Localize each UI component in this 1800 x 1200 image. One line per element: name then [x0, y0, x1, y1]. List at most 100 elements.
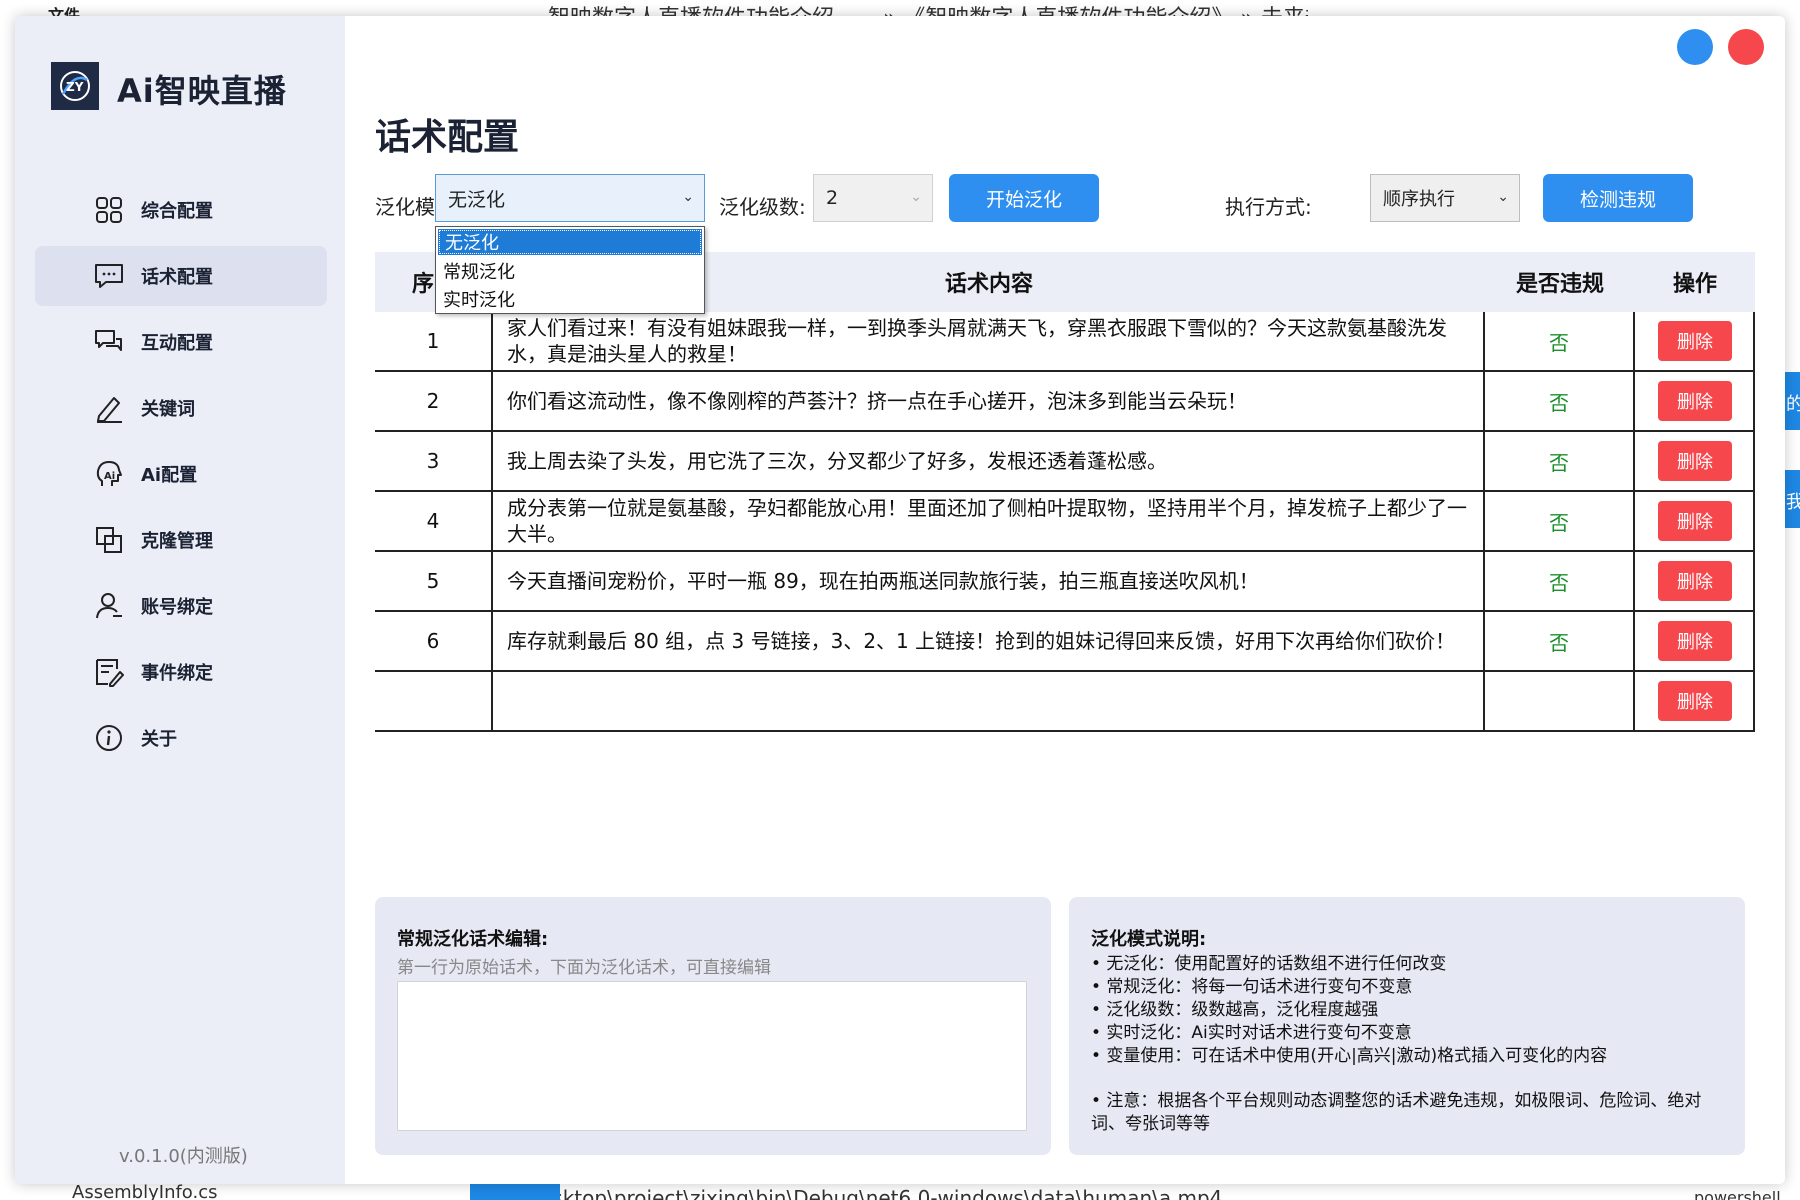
user-icon [93, 590, 125, 622]
start-generalize-button[interactable]: 开始泛化 [949, 174, 1099, 222]
dropdown-option-none[interactable]: 无泛化 [438, 229, 702, 255]
editor-panel-hint: 第一行为原始话术，下面为泛化话术，可直接编辑 [397, 958, 771, 978]
close-button[interactable] [1728, 29, 1764, 65]
row-action: 删除 [1635, 612, 1755, 670]
script-table: 序号 话术内容 是否违规 操作 1 家人们看过来！有没有姐妹跟我一样，一到换季头… [375, 252, 1755, 732]
row-violation: 否 [1485, 492, 1635, 550]
delete-button[interactable]: 删除 [1658, 681, 1732, 721]
bg-file-text: AssemblyInfo.cs [72, 1182, 218, 1200]
dropdown-option-regular[interactable]: 常规泛化 [436, 257, 704, 285]
sidebar-item-ai-config[interactable]: Ai Ai配置 [35, 444, 327, 504]
sidebar-item-label: 话术配置 [141, 267, 213, 288]
row-violation [1485, 672, 1635, 730]
row-action: 删除 [1635, 372, 1755, 430]
sidebar-item-label: 互动配置 [141, 333, 213, 354]
bg-menu-text: 文件 [48, 6, 81, 16]
info-icon [93, 722, 125, 754]
table-row: 2 你们看这流动性，像不像刚榨的芦荟汁？挤一点在手心搓开，泡沫多到能当云朵玩！ … [375, 372, 1755, 432]
table-row: 5 今天直播间宠粉价，平时一瓶 89，现在拍两瓶送同款旅行装，拍三瓶直接送吹风机… [375, 552, 1755, 612]
sidebar-item-general-config[interactable]: 综合配置 [35, 180, 327, 240]
row-action: 删除 [1635, 432, 1755, 490]
delete-button[interactable]: 删除 [1658, 321, 1732, 361]
app-logo: ZY [51, 62, 99, 110]
chevron-down-icon: ⌄ [1497, 189, 1509, 205]
delete-button[interactable]: 删除 [1658, 561, 1732, 601]
sidebar-item-interaction-config[interactable]: 互动配置 [35, 312, 327, 372]
sidebar-item-keywords[interactable]: 关键词 [35, 378, 327, 438]
sidebar-nav: 综合配置 话术配置 互动配置 关键词 Ai Ai配置 克隆管理 账号绑定 事件绑… [35, 180, 327, 774]
sidebar-item-label: 克隆管理 [141, 531, 213, 552]
exec-label: 执行方式: [1225, 195, 1312, 219]
row-violation: 否 [1485, 312, 1635, 370]
delete-button[interactable]: 删除 [1658, 441, 1732, 481]
bg-blue-strip-3 [470, 1184, 560, 1200]
row-content[interactable]: 我上周去染了头发，用它洗了三次，分叉都少了好多，发根还透着蓬松感。 [493, 432, 1485, 490]
row-index: 1 [375, 312, 493, 370]
info-line: • 无泛化：使用配置好的话数组不进行任何改变 [1091, 954, 1447, 974]
mode-dropdown-list: 无泛化 常规泛化 实时泛化 [435, 226, 705, 314]
row-action: 删除 [1635, 672, 1755, 730]
row-index: 5 [375, 552, 493, 610]
exec-select[interactable]: 顺序执行 ⌄ [1370, 174, 1520, 222]
table-row: 4 成分表第一位就是氨基酸，孕妇都能放心用！里面还加了侧柏叶提取物，坚持用半个月… [375, 492, 1755, 552]
delete-button[interactable]: 删除 [1658, 621, 1732, 661]
sidebar-item-account-binding[interactable]: 账号绑定 [35, 576, 327, 636]
conversation-icon [93, 326, 125, 358]
dropdown-option-realtime[interactable]: 实时泛化 [436, 285, 704, 313]
row-border [1753, 372, 1755, 430]
grid-icon [93, 194, 125, 226]
row-content[interactable]: 今天直播间宠粉价，平时一瓶 89，现在拍两瓶送同款旅行装，拍三瓶直接送吹风机！ [493, 552, 1485, 610]
row-content[interactable]: 家人们看过来！有没有姐妹跟我一样，一到换季头屑就满天飞，穿黑衣服跟下雪似的？今天… [493, 312, 1485, 370]
row-content[interactable] [493, 672, 1485, 730]
row-index: 4 [375, 492, 493, 550]
row-border [1753, 432, 1755, 490]
row-violation: 否 [1485, 432, 1635, 490]
bg-shell-text: powershell [1694, 1188, 1781, 1200]
table-row: 1 家人们看过来！有没有姐妹跟我一样，一到换季头屑就满天飞，穿黑衣服跟下雪似的？… [375, 312, 1755, 372]
delete-button[interactable]: 删除 [1658, 501, 1732, 541]
row-index [375, 672, 493, 730]
info-note: • 注意：根据各个平台规则动态调整您的话术避免违规，如极限词、危险词、绝对词、夸… [1091, 1091, 1702, 1134]
sidebar: ZY Ai智映直播 综合配置 话术配置 互动配置 关键词 Ai Ai配置 克隆管… [15, 16, 345, 1184]
row-action: 删除 [1635, 552, 1755, 610]
sidebar-item-label: Ai配置 [141, 465, 198, 486]
delete-button[interactable]: 删除 [1658, 381, 1732, 421]
editor-textarea[interactable] [397, 981, 1027, 1131]
row-border [1753, 612, 1755, 670]
level-select[interactable]: 2 ⌄ [813, 174, 933, 222]
header-violation: 是否违规 [1515, 272, 1604, 297]
chat-bubble-icon [93, 260, 125, 292]
sidebar-item-script-config[interactable]: 话术配置 [35, 246, 327, 306]
svg-text:Ai: Ai [104, 471, 115, 482]
bg-side-text-1: 的 [1786, 394, 1800, 415]
header-action: 操作 [1672, 272, 1717, 297]
table-row: 6 库存就剩最后 80 组，点 3 号链接，3、2、1 上链接！抢到的姐妹记得回… [375, 612, 1755, 672]
exec-select-value: 顺序执行 [1383, 189, 1455, 210]
bg-path-text: esktop\project\zixing\bin\Debug\net6.0-w… [540, 1186, 1223, 1200]
sidebar-item-clone-management[interactable]: 克隆管理 [35, 510, 327, 570]
row-violation: 否 [1485, 552, 1635, 610]
sidebar-item-about[interactable]: 关于 [35, 708, 327, 768]
main-content: 话术配置 泛化模式: 无泛化 ⌄ 泛化级数: 2 ⌄ 开始泛化 执行方式: 顺序… [345, 16, 1785, 1184]
editor-panel-title: 常规泛化话术编辑: [397, 929, 549, 950]
check-violation-button[interactable]: 检测违规 [1543, 174, 1693, 222]
mode-select[interactable]: 无泛化 ⌄ [435, 174, 705, 222]
version-label: v.0.1.0(内测版) [119, 1146, 248, 1167]
info-line: • 常规泛化：将每一句话术进行变句不变意 [1091, 977, 1413, 997]
row-content[interactable]: 库存就剩最后 80 组，点 3 号链接，3、2、1 上链接！抢到的姐妹记得回来反… [493, 612, 1485, 670]
row-border [1753, 552, 1755, 610]
minimize-button[interactable] [1677, 29, 1713, 65]
row-border [1753, 312, 1755, 370]
row-content[interactable]: 成分表第一位就是氨基酸，孕妇都能放心用！里面还加了侧柏叶提取物，坚持用半个月，掉… [493, 492, 1485, 550]
level-label: 泛化级数: [719, 195, 806, 219]
row-action: 删除 [1635, 492, 1755, 550]
row-violation: 否 [1485, 372, 1635, 430]
info-panel-title: 泛化模式说明: [1091, 929, 1207, 950]
form-edit-icon [93, 656, 125, 688]
sidebar-item-label: 关于 [141, 729, 177, 750]
row-content[interactable]: 你们看这流动性，像不像刚榨的芦荟汁？挤一点在手心搓开，泡沫多到能当云朵玩！ [493, 372, 1485, 430]
sidebar-item-label: 账号绑定 [141, 597, 213, 618]
info-line: • 变量使用：可在话术中使用(开心|高兴|激动)格式插入可变化的内容 [1091, 1046, 1608, 1066]
sidebar-item-event-binding[interactable]: 事件绑定 [35, 642, 327, 702]
ai-head-icon: Ai [93, 458, 125, 490]
